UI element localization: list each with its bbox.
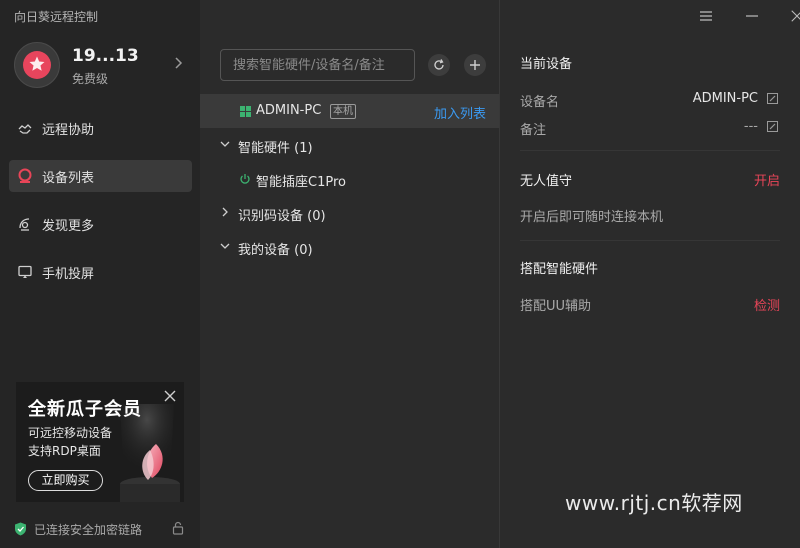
group-my-devices[interactable]: 我的设备 (0) (200, 230, 500, 264)
menu-icon[interactable] (698, 8, 714, 24)
connection-status: 已连接安全加密链路 (14, 520, 190, 538)
device-list-icon (18, 168, 32, 183)
nav-label: 远程协助 (42, 123, 95, 138)
avatar (14, 42, 60, 88)
nav-label: 设备列表 (42, 171, 95, 186)
edit-icon[interactable] (767, 121, 778, 132)
chevron-right-icon[interactable] (174, 56, 184, 70)
minimize-icon[interactable] (744, 8, 760, 24)
watermark: www.rjtj.cn软荐网 (565, 491, 743, 515)
device-name: ADMIN-PC (256, 103, 322, 118)
membership-level: 免费级 (72, 72, 109, 86)
current-device-title: 当前设备 (520, 57, 573, 72)
chevron-right-icon (222, 207, 228, 217)
smart-plug-row[interactable]: 智能插座C1Pro (200, 162, 500, 196)
group-label: 识别码设备 (0) (238, 209, 326, 224)
shield-icon (15, 522, 26, 536)
promo-text: 可远控移动设备 (28, 426, 113, 440)
device-tree-panel: ADMIN-PC 本机 加入列表 智能硬件 (1) 智能插座C1Pro 识别码设… (200, 0, 500, 548)
star-icon (29, 56, 45, 71)
device-details-panel: 当前设备 设备名 ADMIN-PC 备注 --- 无人值守 开启 开启后即可随时… (500, 0, 800, 548)
lock-icon[interactable] (172, 521, 184, 535)
enable-unattended-button[interactable]: 开启 (754, 170, 780, 189)
discover-icon (19, 218, 30, 231)
group-id-devices[interactable]: 识别码设备 (0) (200, 196, 500, 230)
section-divider (520, 240, 780, 241)
username: 19...13 (72, 46, 139, 66)
app-title: 向日葵远程控制 (14, 10, 99, 24)
refresh-button[interactable] (428, 54, 450, 76)
chevron-down-icon (220, 243, 230, 249)
chevron-down-icon (220, 141, 230, 147)
promo-text: 支持RDP桌面 (28, 444, 101, 458)
search-box[interactable] (220, 49, 415, 81)
pair-hardware-title: 搭配智能硬件 (520, 262, 599, 277)
remote-assist-icon (18, 124, 32, 134)
windows-icon (240, 106, 251, 117)
add-device-button[interactable] (464, 54, 486, 76)
close-icon[interactable] (790, 8, 800, 24)
buy-now-button[interactable]: 立即购买 (28, 470, 103, 491)
user-profile[interactable]: 19...13 免费级 (14, 42, 190, 90)
pair-uu-label: 搭配UU辅助 (520, 299, 592, 314)
plus-icon (470, 60, 480, 70)
smart-plug-name: 智能插座C1Pro (256, 175, 346, 190)
group-label: 我的设备 (0) (238, 243, 313, 258)
local-badge: 本机 (330, 104, 356, 119)
unattended-description: 开启后即可随时连接本机 (520, 210, 664, 225)
nav-item-screen-mirror[interactable]: 手机投屏 (9, 256, 192, 288)
current-device-row[interactable]: ADMIN-PC 本机 加入列表 (200, 94, 500, 128)
unattended-title: 无人值守 (520, 174, 573, 189)
note-label: 备注 (520, 123, 547, 138)
status-text: 已连接安全加密链路 (34, 523, 143, 537)
sidebar: 向日葵远程控制 19...13 免费级 远程协助 设备列表 发现更多 手机投屏 … (0, 0, 200, 548)
nav-item-remote-assist[interactable]: 远程协助 (9, 112, 192, 144)
nav-label: 发现更多 (42, 219, 95, 234)
note-value: --- (743, 119, 758, 134)
group-smart-hardware[interactable]: 智能硬件 (1) (200, 128, 500, 162)
window-controls (660, 0, 800, 32)
promo-banner[interactable]: 全新瓜子会员 可远控移动设备 支持RDP桌面 立即购买 (16, 382, 184, 502)
nav-item-discover[interactable]: 发现更多 (9, 208, 192, 240)
edit-icon[interactable] (767, 93, 778, 104)
power-icon (240, 174, 250, 184)
search-input[interactable] (221, 50, 414, 80)
nav-label: 手机投屏 (42, 267, 95, 282)
promo-title: 全新瓜子会员 (28, 399, 142, 420)
close-icon[interactable] (164, 390, 176, 402)
device-name-label: 设备名 (520, 95, 560, 110)
group-label: 智能硬件 (1) (238, 141, 313, 156)
section-divider (520, 150, 780, 151)
refresh-icon (434, 59, 444, 70)
nav-item-device-list[interactable]: 设备列表 (9, 160, 192, 192)
device-name-value: ADMIN-PC (692, 91, 758, 106)
screen-mirror-icon (18, 265, 32, 278)
add-to-list-link[interactable]: 加入列表 (434, 103, 486, 122)
detect-button[interactable]: 检测 (754, 295, 780, 314)
